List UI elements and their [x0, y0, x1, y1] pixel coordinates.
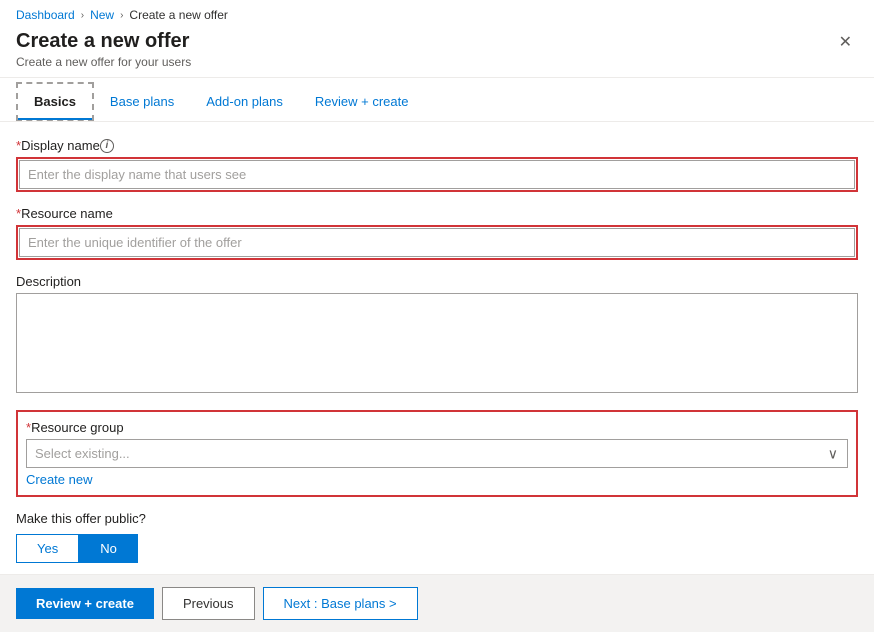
breadcrumb-sep-2: ›	[120, 10, 123, 21]
description-input[interactable]	[16, 293, 858, 393]
resource-group-outer: * Resource group Select existing... ∨ Cr…	[16, 410, 858, 497]
toggle-yes-button[interactable]: Yes	[16, 534, 79, 563]
breadcrumb-current: Create a new offer	[129, 8, 228, 22]
resource-group-select-wrapper: Select existing... ∨	[26, 439, 848, 468]
create-new-link[interactable]: Create new	[26, 472, 92, 487]
breadcrumb-sep-1: ›	[81, 10, 84, 21]
page-header-text: Create a new offer Create a new offer fo…	[16, 30, 191, 69]
page-subtitle: Create a new offer for your users	[16, 55, 191, 69]
display-name-label: Display name	[21, 138, 100, 153]
form-content: * Display name i * Resource name Descrip…	[0, 122, 874, 574]
description-label-row: Description	[16, 274, 858, 289]
previous-button[interactable]: Previous	[162, 587, 255, 620]
tab-basics[interactable]: Basics	[16, 82, 94, 121]
display-name-info-icon[interactable]: i	[100, 139, 114, 153]
display-name-input[interactable]	[19, 160, 855, 189]
next-button[interactable]: Next : Base plans >	[263, 587, 418, 620]
toggle-no-button[interactable]: No	[79, 534, 138, 563]
resource-name-input-wrapper	[16, 225, 858, 260]
page-container: Dashboard › New › Create a new offer Cre…	[0, 0, 874, 632]
resource-name-group: * Resource name	[16, 206, 858, 260]
tab-addon-plans[interactable]: Add-on plans	[190, 84, 299, 119]
resource-group-select[interactable]: Select existing...	[26, 439, 848, 468]
resource-name-label-row: * Resource name	[16, 206, 858, 221]
public-offer-group: Make this offer public? Yes No	[16, 511, 858, 563]
tab-base-plans[interactable]: Base plans	[94, 84, 190, 119]
display-name-label-row: * Display name i	[16, 138, 858, 153]
footer: Review + create Previous Next : Base pla…	[0, 574, 874, 632]
tabs-container: Basics Base plans Add-on plans Review + …	[0, 82, 874, 122]
review-create-button[interactable]: Review + create	[16, 588, 154, 619]
display-name-group: * Display name i	[16, 138, 858, 192]
resource-group-label: Resource group	[31, 420, 124, 435]
page-header: Create a new offer Create a new offer fo…	[0, 26, 874, 73]
header-divider	[0, 77, 874, 78]
breadcrumb: Dashboard › New › Create a new offer	[0, 0, 874, 26]
page-title: Create a new offer	[16, 30, 191, 53]
toggle-group: Yes No	[16, 534, 858, 563]
resource-group-label-row: * Resource group	[26, 420, 848, 435]
breadcrumb-dashboard[interactable]: Dashboard	[16, 8, 75, 22]
tab-review-create[interactable]: Review + create	[299, 84, 425, 119]
resource-name-label: Resource name	[21, 206, 113, 221]
resource-name-input[interactable]	[19, 228, 855, 257]
description-label: Description	[16, 274, 81, 289]
close-button[interactable]: ✕	[833, 30, 858, 54]
description-group: Description	[16, 274, 858, 396]
public-offer-label: Make this offer public?	[16, 511, 858, 526]
breadcrumb-new[interactable]: New	[90, 8, 114, 22]
display-name-input-wrapper	[16, 157, 858, 192]
